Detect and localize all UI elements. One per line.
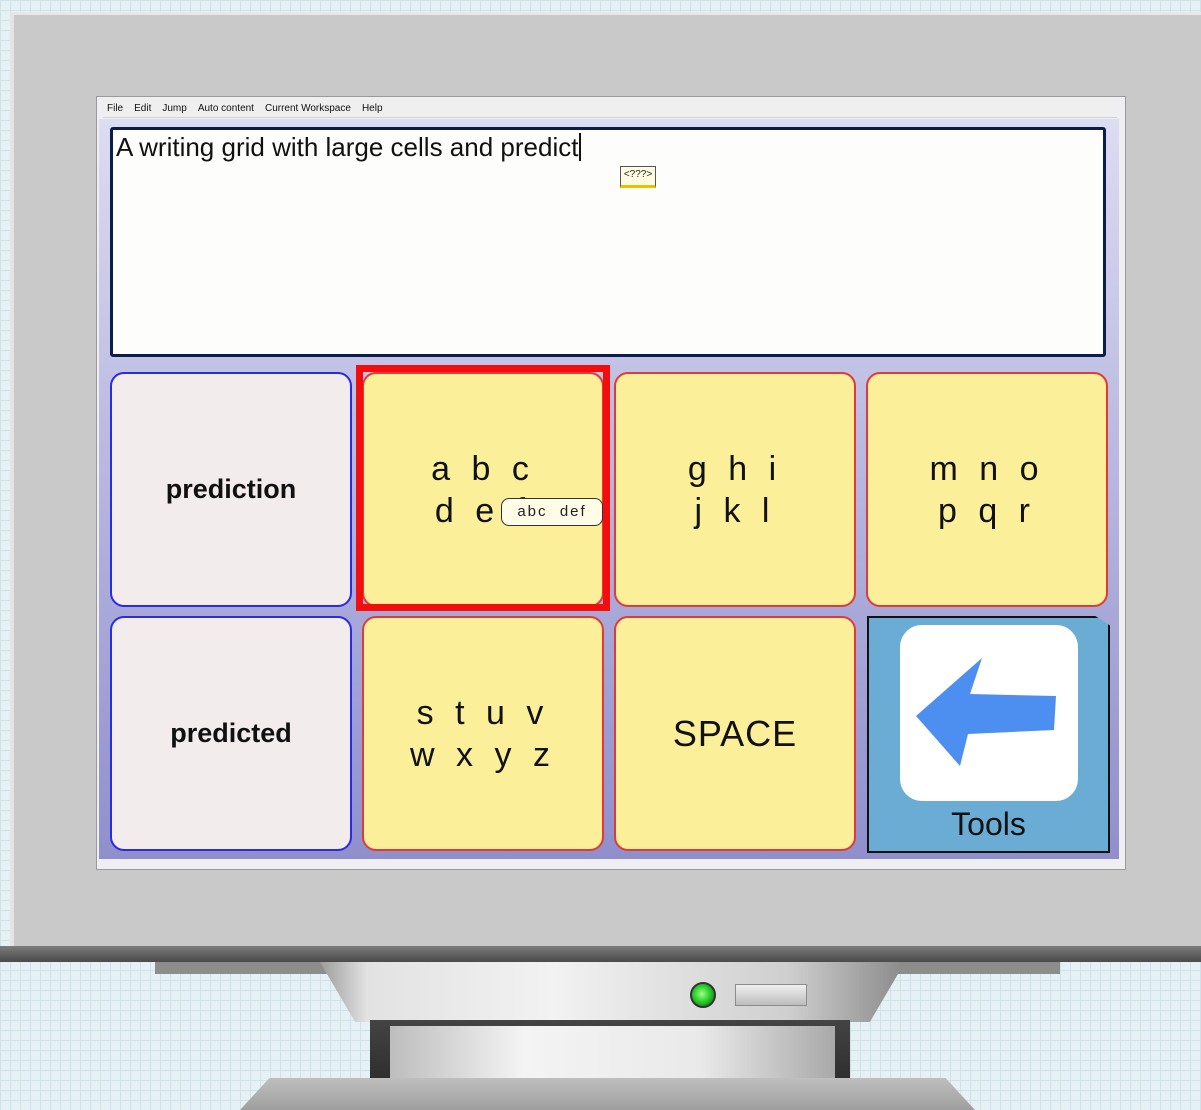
ghi-jkl-cell[interactable]: g h i j k l	[614, 372, 856, 607]
mno-pqr-letters: m n o p q r	[929, 449, 1045, 530]
menu-file[interactable]: File	[107, 103, 123, 114]
menu-jump[interactable]: Jump	[162, 103, 186, 114]
stuv-wxyz-letters: s t u v w x y z	[410, 693, 556, 774]
predicted-cell-label: predicted	[170, 718, 292, 748]
mno-pqr-cell[interactable]: m n o p q r	[866, 372, 1108, 607]
monitor-bezel-bottom	[0, 946, 1201, 962]
prediction-cell[interactable]: prediction	[110, 372, 352, 607]
monitor-stand-neck	[320, 962, 905, 1022]
unknown-word-tag: <???>	[620, 166, 656, 188]
space-cell[interactable]: SPACE	[614, 616, 856, 851]
power-button[interactable]	[735, 984, 807, 1006]
monitor-stand-foot	[240, 1078, 975, 1110]
menu-edit[interactable]: Edit	[134, 103, 151, 114]
tools-cell[interactable]: Tools	[867, 616, 1110, 853]
cell-tooltip: abc def	[501, 498, 603, 526]
abc-def-cell[interactable]: a b c d e f	[362, 372, 604, 607]
app-window: File Edit Jump Auto content Current Work…	[96, 96, 1126, 870]
left-arrow-icon	[916, 658, 1056, 766]
grid-workspace: A writing grid with large cells and pred…	[99, 119, 1119, 859]
menu-current-workspace[interactable]: Current Workspace	[265, 103, 351, 114]
space-label: SPACE	[672, 712, 798, 754]
tools-label: Tools	[951, 806, 1026, 842]
menu-bar: File Edit Jump Auto content Current Work…	[103, 99, 1117, 118]
text-caret	[579, 133, 582, 161]
writing-area[interactable]: A writing grid with large cells and pred…	[110, 127, 1106, 357]
menu-help[interactable]: Help	[362, 103, 383, 114]
prediction-cell-label: prediction	[165, 474, 297, 504]
tools-icon-box	[900, 625, 1078, 801]
ghi-jkl-letters: g h i j k l	[687, 449, 783, 530]
writing-text: A writing grid with large cells and pred…	[116, 132, 582, 163]
menu-auto-content[interactable]: Auto content	[198, 103, 254, 114]
monitor-stand	[390, 1026, 835, 1078]
predicted-cell[interactable]: predicted	[110, 616, 352, 851]
power-led-icon	[690, 982, 716, 1008]
stuv-wxyz-cell[interactable]: s t u v w x y z	[362, 616, 604, 851]
